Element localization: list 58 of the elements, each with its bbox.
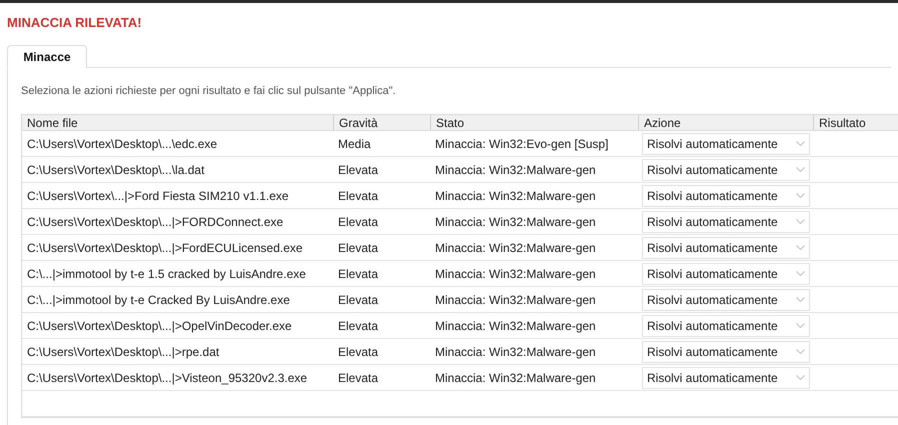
action-dropdown[interactable]: Risolvi automaticamente [642, 210, 810, 232]
table-cell: C:\Users\Vortex\Desktop\...|>FORDConnect.exe [27, 214, 284, 228]
table-cell: Elevata [338, 370, 378, 384]
table-cell: Elevata [338, 318, 378, 332]
chevron-down-icon [796, 245, 805, 250]
table-cell: Minaccia: Win32:Malware-gen [435, 240, 596, 254]
table-cell: Minaccia: Win32:Evo-gen [Susp] [435, 136, 608, 150]
chevron-down-icon [796, 219, 805, 224]
table-cell: Minaccia: Win32:Malware-gen [435, 344, 596, 358]
table-cell: Media [338, 136, 371, 150]
table-cell: C:\Users\Vortex\Desktop\...|>rpe.dat [27, 344, 220, 358]
table-cell: C:\...|>immotool by t-e 1.5 cracked by LuisAndre.exe [27, 266, 306, 280]
table-cell: C:\Users\Vortex\Desktop\...\la.dat [27, 162, 204, 176]
column-header[interactable]: Nome file [22, 115, 333, 130]
table-cell: C:\Users\Vortex\Desktop\...|>OpelVinDecoder.exe [27, 318, 292, 332]
table-cell: Minaccia: Win32:Malware-gen [435, 318, 596, 332]
action-dropdown[interactable]: Risolvi automaticamente [642, 158, 810, 180]
column-header[interactable]: Azione [638, 115, 813, 130]
table-cell: Elevata [338, 214, 378, 228]
action-dropdown[interactable]: Risolvi automaticamente [642, 314, 810, 336]
action-dropdown[interactable]: Risolvi automaticamente [642, 340, 810, 362]
column-header[interactable]: Risultato [813, 115, 897, 130]
instruction-text: Seleziona le azioni richieste per ogni risultato e fai clic sul pulsante "Applica". [21, 84, 396, 98]
table-cell: Elevata [338, 188, 378, 202]
chevron-down-icon [796, 193, 805, 198]
table-cell: Elevata [338, 292, 378, 306]
action-dropdown[interactable]: Risolvi automaticamente [642, 288, 810, 310]
table-cell: Minaccia: Win32:Malware-gen [435, 188, 596, 202]
table-cell: Minaccia: Win32:Malware-gen [435, 370, 596, 384]
table-cell: C:\Users\Vortex\Desktop\...\edc.exe [27, 136, 218, 150]
chevron-down-icon [796, 323, 805, 328]
column-header[interactable]: Gravità [333, 115, 430, 130]
table-cell: Elevata [338, 266, 378, 280]
table-cell: Minaccia: Win32:Malware-gen [435, 214, 596, 228]
action-dropdown[interactable]: Risolvi automaticamente [642, 236, 810, 258]
table-cell: C:\Users\Vortex\Desktop\...|>Visteon_95320v2.3.exe [27, 370, 308, 384]
chevron-down-icon [796, 349, 805, 354]
table-cell: Minaccia: Win32:Malware-gen [435, 162, 596, 176]
chevron-down-icon [796, 141, 805, 146]
window-title: MINACCIA RILEVATA! [7, 15, 142, 31]
action-dropdown[interactable]: Risolvi automaticamente [642, 366, 810, 388]
table-cell: C:\Users\Vortex\...|>Ford Fiesta SIM210 v1.1.exe [27, 188, 289, 202]
table-cell: Elevata [338, 344, 378, 358]
table-cell: Elevata [338, 240, 378, 254]
chevron-down-icon [796, 297, 805, 302]
chevron-down-icon [796, 167, 805, 172]
table-cell: Elevata [338, 162, 378, 176]
action-dropdown[interactable]: Risolvi automaticamente [642, 262, 810, 284]
table-cell: Minaccia: Win32:Malware-gen [435, 292, 596, 306]
chevron-down-icon [796, 375, 805, 380]
tab[interactable]: Minacce [7, 45, 87, 68]
table-cell: C:\Users\Vortex\Desktop\...|>FordECULicensed.exe [27, 240, 303, 254]
action-dropdown[interactable]: Risolvi automaticamente [642, 132, 810, 154]
action-dropdown[interactable]: Risolvi automaticamente [642, 184, 810, 206]
column-header[interactable]: Stato [430, 115, 638, 130]
chevron-down-icon [796, 271, 805, 276]
table-cell: C:\...|>immotool by t-e Cracked By LuisAndre.exe [27, 292, 290, 306]
table-cell: Minaccia: Win32:Malware-gen [435, 266, 596, 280]
